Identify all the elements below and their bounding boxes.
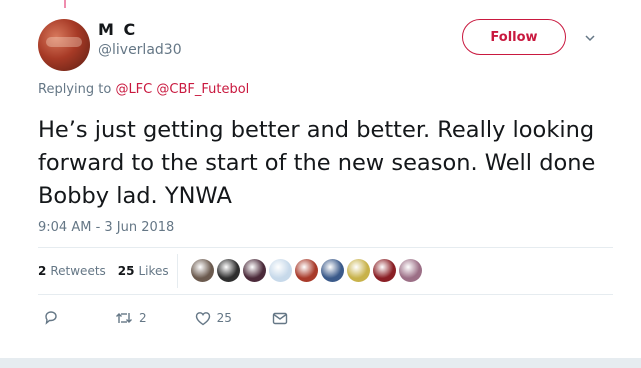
liker-avatar[interactable] [347,259,370,282]
reply-icon [45,311,57,325]
retweet-count: 2 [139,311,147,325]
liker-avatar[interactable] [295,259,318,282]
action-bar: 2 25 [38,310,288,326]
thread-connector [64,0,66,8]
liker-avatars [191,259,422,282]
envelope-icon [272,312,288,324]
liker-avatar[interactable] [321,259,344,282]
direct-message-button[interactable] [272,312,288,325]
chevron-down-icon[interactable] [585,33,595,43]
author-avatar[interactable] [38,19,90,71]
liker-avatar[interactable] [373,259,396,282]
mention-link[interactable]: @LFC [115,82,152,97]
retweet-button[interactable]: 2 [115,311,147,325]
liker-avatar[interactable] [399,259,422,282]
reply-button[interactable] [43,310,59,326]
tweet-stats: 2 Retweets 25 Likes [38,264,169,278]
likes-stat[interactable]: 25 Likes [118,264,169,278]
divider [38,247,613,248]
author-name[interactable]: M C [98,20,137,39]
liker-avatar[interactable] [191,259,214,282]
follow-button[interactable]: Follow [462,19,566,55]
replying-to: Replying to @LFC @CBF_Futebol [38,82,249,97]
stats-separator [177,254,178,288]
like-count: 25 [216,311,232,325]
page-footer-bar [0,358,641,368]
retweet-icon [116,313,132,323]
like-button[interactable]: 25 [195,311,232,326]
liker-avatar[interactable] [269,259,292,282]
mention-link[interactable]: @CBF_Futebol [156,82,249,97]
retweets-stat[interactable]: 2 Retweets [38,264,106,278]
tweet-text: He’s just getting better and better. Rea… [38,117,596,209]
liker-avatar[interactable] [243,259,266,282]
heart-icon [195,311,210,325]
tweet-timestamp[interactable]: 9:04 AM - 3 Jun 2018 [38,220,174,235]
author-handle[interactable]: @liverlad30 [98,42,182,58]
replying-prefix: Replying to [38,82,112,97]
liker-avatar[interactable] [217,259,240,282]
divider [38,294,613,295]
